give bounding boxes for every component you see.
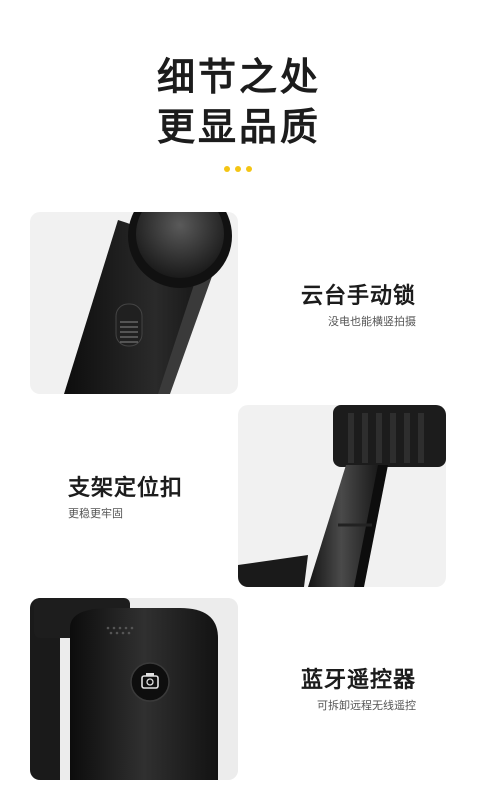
feature-tripod-buckle: 支架定位扣 更稳更牢固 — [68, 474, 183, 522]
headline-line-1: 细节之处 — [156, 55, 321, 99]
gimbal-lock-photo — [30, 212, 238, 394]
accent-dot — [246, 166, 252, 172]
accent-dot — [235, 166, 241, 172]
headline-line-2: 更显品质 — [156, 105, 321, 149]
feature-subtitle: 可拆卸远程无线遥控 — [317, 699, 416, 712]
accent-dot — [224, 166, 230, 172]
headline: 细节之处 更显品质 — [0, 52, 478, 152]
feature-title: 云台手动锁 — [300, 284, 416, 309]
tripod-buckle-photo — [238, 405, 446, 587]
accent-dots — [224, 166, 252, 172]
feature-title: 支架定位扣 — [68, 476, 184, 501]
bluetooth-remote-photo — [30, 598, 238, 780]
feature-gimbal-lock: 云台手动锁 没电也能横竖拍摄 — [301, 282, 416, 330]
feature-title: 蓝牙遥控器 — [300, 668, 416, 693]
feature-subtitle: 没电也能横竖拍摄 — [328, 315, 416, 328]
feature-subtitle: 更稳更牢固 — [68, 507, 123, 520]
feature-bluetooth-remote: 蓝牙遥控器 可拆卸远程无线遥控 — [301, 666, 416, 714]
